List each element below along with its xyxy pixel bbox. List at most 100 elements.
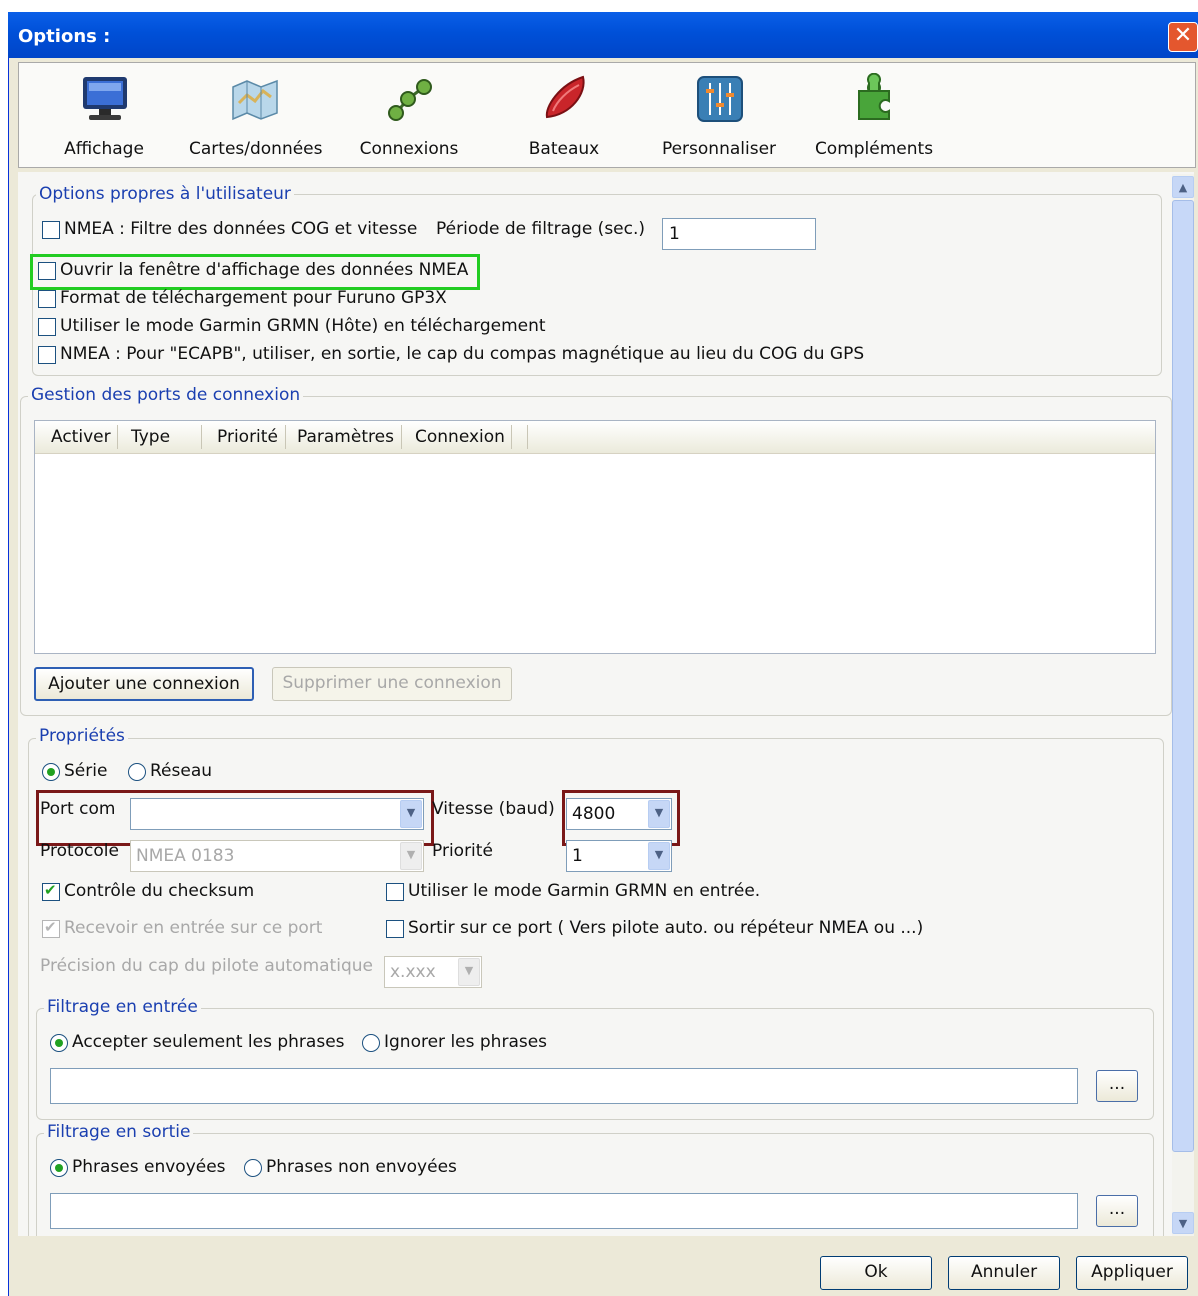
column-header[interactable]: Type [131,427,170,447]
connections-table[interactable]: Activer Type Priorité Paramètres Connexi… [34,420,1156,654]
priority-label: Priorité [432,841,493,861]
scroll-down-icon[interactable]: ▼ [1172,1212,1194,1234]
vertical-scrollbar[interactable]: ▲ ▼ [1172,174,1194,1236]
reseau-radio[interactable] [128,763,146,781]
window-title: Options : [18,26,111,47]
chevron-down-icon[interactable]: ▼ [648,800,670,828]
accept-phrases-radio[interactable] [50,1034,68,1052]
priority-select[interactable]: 1 ▼ [566,840,672,872]
not-sent-phrases-label: Phrases non envoyées [266,1157,457,1177]
sent-phrases-radio[interactable] [50,1159,68,1177]
input-filter-browse-button[interactable]: ... [1096,1070,1138,1102]
close-button[interactable]: ✕ [1168,22,1198,52]
accept-phrases-label: Accepter seulement les phrases [72,1032,345,1052]
connections-icon [388,79,432,121]
toolbar-label: Affichage [64,139,144,159]
monitor-icon [83,77,127,120]
chevron-down-icon[interactable]: ▼ [400,800,422,828]
priority-value: 1 [572,846,583,866]
receive-input-checkbox[interactable] [42,918,60,938]
toolbar-connexions[interactable]: Connexions [344,63,474,167]
column-divider[interactable] [201,425,202,449]
scroll-thumb[interactable] [1172,200,1194,1152]
output-port-label: Sortir sur ce port ( Vers pilote auto. o… [408,918,924,938]
column-divider[interactable] [527,425,528,449]
speed-label: Vitesse (baud) [432,799,555,819]
input-filter-field[interactable] [50,1068,1078,1104]
toolbar-complements[interactable]: Compléments [809,63,939,167]
open-nmea-window-checkbox[interactable] [38,262,56,280]
column-divider[interactable] [511,425,512,449]
user-options-legend: Options propres à l'utilisateur [36,184,294,204]
toolbar-label: Cartes/données [189,139,323,159]
toolbar-affichage[interactable]: Affichage [39,63,169,167]
nmea-filter-checkbox[interactable] [42,221,60,239]
garmin-input-checkbox[interactable] [386,883,404,901]
filter-period-input[interactable]: 1 [662,218,816,250]
toolbar-label: Personnaliser [661,139,777,159]
checksum-label: Contrôle du checksum [64,881,255,901]
serie-radio[interactable] [42,763,60,781]
garmin-host-checkbox[interactable] [38,318,56,336]
map-icon [232,79,278,121]
garmin-host-label: Utiliser le mode Garmin GRMN (Hôte) en t… [60,316,546,336]
sent-phrases-label: Phrases envoyées [72,1157,226,1177]
not-sent-phrases-radio[interactable] [244,1159,262,1177]
column-header[interactable]: Connexion [415,427,505,447]
furuno-format-label: Format de téléchargement pour Furuno GP3… [60,288,447,308]
ignore-phrases-radio[interactable] [362,1034,380,1052]
port-com-select[interactable]: ▼ [130,798,424,830]
boat-icon [545,75,585,119]
checksum-checkbox[interactable] [42,881,60,901]
add-connection-button[interactable]: Ajouter une connexion [34,667,254,701]
scroll-up-icon[interactable]: ▲ [1172,176,1194,198]
table-header: Activer Type Priorité Paramètres Connexi… [35,421,1155,454]
reseau-label: Réseau [150,761,213,781]
column-divider[interactable] [117,425,118,449]
speed-select[interactable]: 4800 ▼ [566,798,672,830]
protocol-value: NMEA 0183 [136,846,235,866]
category-toolbar: Affichage Cartes/données Connexions Bate… [18,62,1196,168]
speed-value: 4800 [572,804,616,824]
filter-period-label: Période de filtrage (sec.) [436,219,646,239]
ignore-phrases-label: Ignorer les phrases [384,1032,548,1052]
ports-legend: Gestion des ports de connexion [28,385,304,405]
output-filter-field[interactable] [50,1193,1078,1229]
open-nmea-window-label: Ouvrir la fenêtre d'affichage des donnée… [60,260,469,280]
serie-label: Série [64,761,108,781]
toolbar-personnaliser[interactable]: Personnaliser [654,63,784,167]
toolbar-label: Bateaux [528,139,600,159]
remove-connection-button[interactable]: Supprimer une connexion [272,667,512,701]
column-header[interactable]: Priorité [217,427,278,447]
ok-button[interactable]: Ok [820,1256,932,1290]
furuno-format-checkbox[interactable] [38,290,56,308]
column-header[interactable]: Paramètres [297,427,394,447]
chevron-down-icon[interactable]: ▼ [648,842,670,870]
options-content: Options propres à l'utilisateur NMEA : F… [18,172,1194,1236]
sliders-icon [697,76,743,122]
autopilot-precision-select[interactable]: x.xxx ▼ [384,956,482,988]
input-filter-legend: Filtrage en entrée [44,997,201,1017]
cancel-button[interactable]: Annuler [948,1256,1060,1290]
column-header[interactable]: Activer [51,427,111,447]
protocol-label: Protocole [40,841,119,861]
garmin-input-label: Utiliser le mode Garmin GRMN en entrée. [408,881,761,901]
column-divider[interactable] [285,425,286,449]
autopilot-precision-label: Précision du cap du pilote automatique [40,956,373,976]
receive-input-label: Recevoir en entrée sur ce port [64,918,323,938]
output-filter-browse-button[interactable]: ... [1096,1195,1138,1227]
apply-button[interactable]: Appliquer [1076,1256,1188,1290]
output-port-checkbox[interactable] [386,920,404,938]
output-filter-legend: Filtrage en sortie [44,1122,194,1142]
column-divider[interactable] [401,425,402,449]
ecapb-checkbox[interactable] [38,346,56,364]
chevron-down-icon: ▼ [458,958,480,986]
protocol-select[interactable]: NMEA 0183 ▼ [130,840,424,872]
toolbar-cartes[interactable]: Cartes/données [189,63,323,167]
properties-legend: Propriétés [36,726,128,746]
puzzle-icon [858,73,890,120]
nmea-filter-label: NMEA : Filtre des données COG et vitesse [64,219,418,239]
chevron-down-icon: ▼ [400,842,422,870]
toolbar-bateaux[interactable]: Bateaux [499,63,629,167]
title-bar: Options : [8,12,1198,58]
